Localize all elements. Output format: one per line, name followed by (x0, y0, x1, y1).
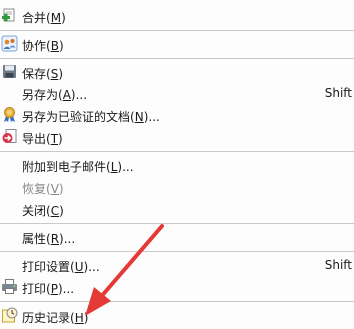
menu-accelerator: R (50, 232, 60, 246)
menu-item-merge[interactable]: 合并(M) (0, 5, 354, 27)
menu-item-collaborate[interactable]: 协作(B) (0, 33, 354, 55)
menu-accelerator: A (62, 88, 71, 102)
menu-item-export[interactable]: 导出(T) (0, 126, 354, 148)
menu-accelerator: M (50, 11, 62, 25)
menu-item-label: 导出 (22, 132, 47, 146)
menu-item-label: 打印设置 (22, 260, 71, 274)
ellipsis: ... (122, 160, 134, 174)
menu-accelerator: U (74, 260, 84, 274)
menu-accelerator: V (50, 182, 59, 196)
menu-accelerator: H (74, 311, 84, 325)
menu-item-revert: 恢复(V) (22, 182, 64, 196)
menu-item-label: 历史记录 (22, 311, 71, 325)
ellipsis: ... (88, 260, 100, 274)
shortcut-label: Shift (324, 258, 352, 272)
menu-item-attach-email[interactable]: 附加到电子邮件(L)... (0, 154, 354, 176)
history-icon (1, 307, 18, 324)
menu-item-label: 另存为 (22, 88, 59, 102)
menu-item-label: 属性 (22, 232, 47, 246)
menu-accelerator: N (134, 110, 144, 124)
printer-icon (1, 278, 18, 295)
menu-separator (0, 151, 354, 152)
menu-separator (0, 30, 354, 31)
save-icon (1, 63, 18, 80)
collaborate-icon (1, 35, 18, 52)
menu-item-label: 合并 (22, 11, 47, 25)
menu-accelerator: C (50, 204, 60, 218)
menu-item-label: 附加到电子邮件 (22, 160, 107, 174)
menu-item-history[interactable]: 历史记录(H) (0, 305, 354, 327)
menu-item-label: 保存 (22, 67, 47, 81)
certified-document-icon (1, 106, 18, 123)
ellipsis: ... (75, 88, 88, 102)
menu-item-label: 恢复 (22, 182, 47, 196)
menu-item-label: 关闭 (22, 204, 47, 218)
merge-icon (1, 7, 18, 24)
menu-item-save-as[interactable]: 另存为(A)... Shift (0, 82, 354, 104)
menu-item-print-setup[interactable]: 打印设置(U)... Shift (0, 254, 354, 276)
menu-accelerator: L (110, 160, 118, 174)
ellipsis: ... (62, 282, 75, 296)
menu-item-close[interactable]: 关闭(C) (0, 198, 354, 220)
file-menu: 合并(M) 协作(B) 保存(S) 另存为(A)... Shift 另存为已验证… (0, 0, 354, 329)
menu-item-properties[interactable]: 属性(R)... (0, 226, 354, 248)
menu-separator (0, 223, 354, 224)
menu-item-print[interactable]: 打印(P)... (0, 276, 354, 298)
export-icon (1, 128, 18, 145)
menu-item-label: 协作 (22, 39, 47, 53)
menu-separator (0, 251, 354, 252)
menu-separator (0, 301, 354, 302)
menu-accelerator: T (50, 132, 59, 146)
menu-accelerator: B (50, 39, 59, 53)
menu-item-save[interactable]: 保存(S) (0, 61, 354, 83)
menu-separator (0, 58, 354, 59)
menu-item-save-as-certified[interactable]: 另存为已验证的文档(N)... (0, 104, 354, 126)
menu-item-label: 打印 (22, 282, 47, 296)
shortcut-label: Shift (324, 86, 352, 100)
menu-accelerator: P (50, 282, 58, 296)
menu-item-label: 另存为已验证的文档 (22, 110, 131, 124)
ellipsis: ... (148, 110, 160, 124)
ellipsis: ... (63, 232, 76, 246)
menu-accelerator: S (50, 67, 59, 81)
